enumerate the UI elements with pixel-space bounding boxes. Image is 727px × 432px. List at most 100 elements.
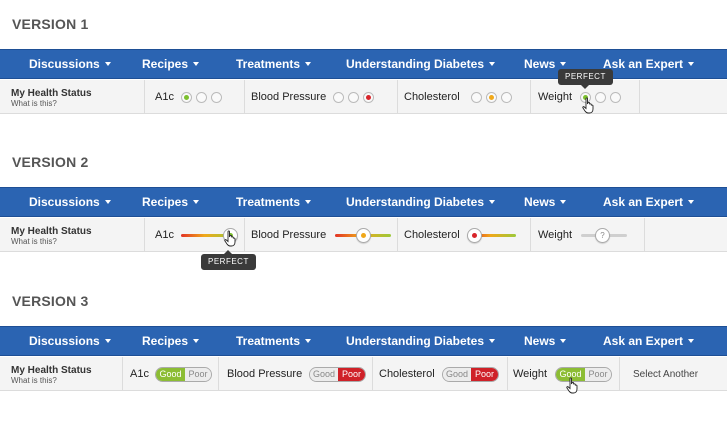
metric-label: Blood Pressure <box>227 368 303 380</box>
metric-label: Cholesterol <box>404 91 460 103</box>
metric-blood-pressure: Blood Pressure <box>245 80 398 114</box>
a1c-good-poor-toggle[interactable]: Good Poor <box>155 367 212 382</box>
metric-label: Cholesterol <box>404 229 460 241</box>
blood-pressure-slider-knob[interactable] <box>356 228 371 243</box>
metric-cholesterol: Cholesterol Good Poor <box>373 357 508 391</box>
rating-dot-ok[interactable] <box>486 92 497 103</box>
toggle-good[interactable]: Good <box>310 368 338 381</box>
nav-understanding-diabetes[interactable]: Understanding Diabetes <box>346 188 496 216</box>
toggle-poor[interactable]: Poor <box>585 368 611 381</box>
nav-understanding-diabetes[interactable]: Understanding Diabetes <box>346 50 496 78</box>
nav-recipes[interactable]: Recipes <box>142 188 200 216</box>
metric-a1c: A1c <box>145 80 245 114</box>
weight-good-poor-toggle[interactable]: Good Poor <box>555 367 612 382</box>
nav-treatments[interactable]: Treatments <box>236 327 312 355</box>
nav-label: Discussions <box>29 57 100 71</box>
nav-label: Treatments <box>236 334 301 348</box>
nav-label: Ask an Expert <box>603 195 684 209</box>
nav-label: Understanding Diabetes <box>346 57 485 71</box>
caret-down-icon <box>193 199 200 204</box>
what-is-this-link[interactable]: What is this? <box>11 237 57 246</box>
caret-down-icon <box>104 199 111 204</box>
nav-discussions[interactable]: Discussions <box>29 327 111 355</box>
perfect-tooltip: PERFECT <box>201 250 256 270</box>
toggle-good[interactable]: Good <box>156 368 185 381</box>
what-is-this-link[interactable]: What is this? <box>11 376 57 385</box>
caret-down-icon <box>688 61 695 66</box>
nav-discussions[interactable]: Discussions <box>29 188 111 216</box>
cholesterol-slider-knob[interactable] <box>466 228 482 243</box>
weight-slider-knob[interactable]: ? <box>595 228 610 243</box>
version-3-title: VERSION 3 <box>12 293 89 309</box>
blood-pressure-good-poor-toggle[interactable]: Good Poor <box>309 367 366 382</box>
nav-bar-v2: Discussions Recipes Treatments Understan… <box>0 187 727 217</box>
caret-down-icon <box>305 338 312 343</box>
caret-down-icon <box>688 338 695 343</box>
metric-label: A1c <box>130 368 149 380</box>
health-status-cell: My Health Status What is this? <box>0 218 145 252</box>
rating-dot-ok[interactable] <box>196 92 207 103</box>
caret-down-icon <box>489 338 496 343</box>
caret-down-icon <box>104 338 111 343</box>
knob-indicator <box>471 233 477 238</box>
health-status-row-v2: My Health Status What is this? A1c Blood… <box>0 218 727 252</box>
metric-label: Weight <box>513 368 548 380</box>
nav-label: Recipes <box>142 334 189 348</box>
cholesterol-good-poor-toggle[interactable]: Good Poor <box>442 367 499 382</box>
caret-down-icon <box>560 199 567 204</box>
health-status-cell: My Health Status What is this? <box>0 80 145 114</box>
rating-dot-good[interactable] <box>471 92 482 103</box>
select-another-link[interactable]: Select Another <box>633 369 698 380</box>
metric-cholesterol: Cholesterol <box>398 80 531 114</box>
caret-down-icon <box>489 199 496 204</box>
rating-dot-ok[interactable] <box>595 92 606 103</box>
rating-dot-poor[interactable] <box>501 92 512 103</box>
nav-recipes[interactable]: Recipes <box>142 327 200 355</box>
rating-dot-poor[interactable] <box>363 92 374 103</box>
hand-cursor-icon <box>582 97 594 114</box>
metric-label: Blood Pressure <box>251 91 327 103</box>
toggle-poor[interactable]: Poor <box>471 368 498 381</box>
select-another-cell: Select Another <box>620 357 727 391</box>
nav-recipes[interactable]: Recipes <box>142 50 200 78</box>
nav-label: Treatments <box>236 57 301 71</box>
toggle-poor[interactable]: Poor <box>185 368 211 381</box>
nav-news[interactable]: News <box>524 188 567 216</box>
rating-dot-ok[interactable] <box>348 92 359 103</box>
rating-dot-good[interactable] <box>181 92 192 103</box>
nav-treatments[interactable]: Treatments <box>236 50 312 78</box>
nav-ask-an-expert[interactable]: Ask an Expert <box>603 50 695 78</box>
nav-label: Ask an Expert <box>603 334 684 348</box>
metric-cholesterol: Cholesterol <box>398 218 531 252</box>
rating-dot-good[interactable] <box>333 92 344 103</box>
knob-indicator <box>361 233 366 238</box>
nav-label: Recipes <box>142 195 189 209</box>
health-status-cell: My Health Status What is this? <box>0 357 123 391</box>
nav-treatments[interactable]: Treatments <box>236 188 312 216</box>
caret-down-icon <box>193 338 200 343</box>
caret-down-icon <box>104 61 111 66</box>
rating-dot-poor[interactable] <box>211 92 222 103</box>
nav-label: News <box>524 195 556 209</box>
nav-ask-an-expert[interactable]: Ask an Expert <box>603 188 695 216</box>
caret-down-icon <box>489 61 496 66</box>
metric-weight: Weight ? <box>531 218 645 252</box>
nav-label: News <box>524 334 556 348</box>
metric-blood-pressure: Blood Pressure Good Poor <box>219 357 373 391</box>
nav-bar-v3: Discussions Recipes Treatments Understan… <box>0 326 727 356</box>
nav-ask-an-expert[interactable]: Ask an Expert <box>603 327 695 355</box>
nav-news[interactable]: News <box>524 327 567 355</box>
metric-label: A1c <box>155 91 174 103</box>
toggle-poor[interactable]: Poor <box>338 368 365 381</box>
metric-label: A1c <box>155 229 174 241</box>
version-1-title: VERSION 1 <box>12 16 89 32</box>
hand-cursor-icon <box>566 377 578 394</box>
version-2-title: VERSION 2 <box>12 154 89 170</box>
what-is-this-link[interactable]: What is this? <box>11 99 57 108</box>
rating-dot-poor[interactable] <box>610 92 621 103</box>
health-status-title: My Health Status <box>11 226 92 237</box>
nav-understanding-diabetes[interactable]: Understanding Diabetes <box>346 327 496 355</box>
toggle-good[interactable]: Good <box>443 368 471 381</box>
nav-discussions[interactable]: Discussions <box>29 50 111 78</box>
caret-down-icon <box>688 199 695 204</box>
